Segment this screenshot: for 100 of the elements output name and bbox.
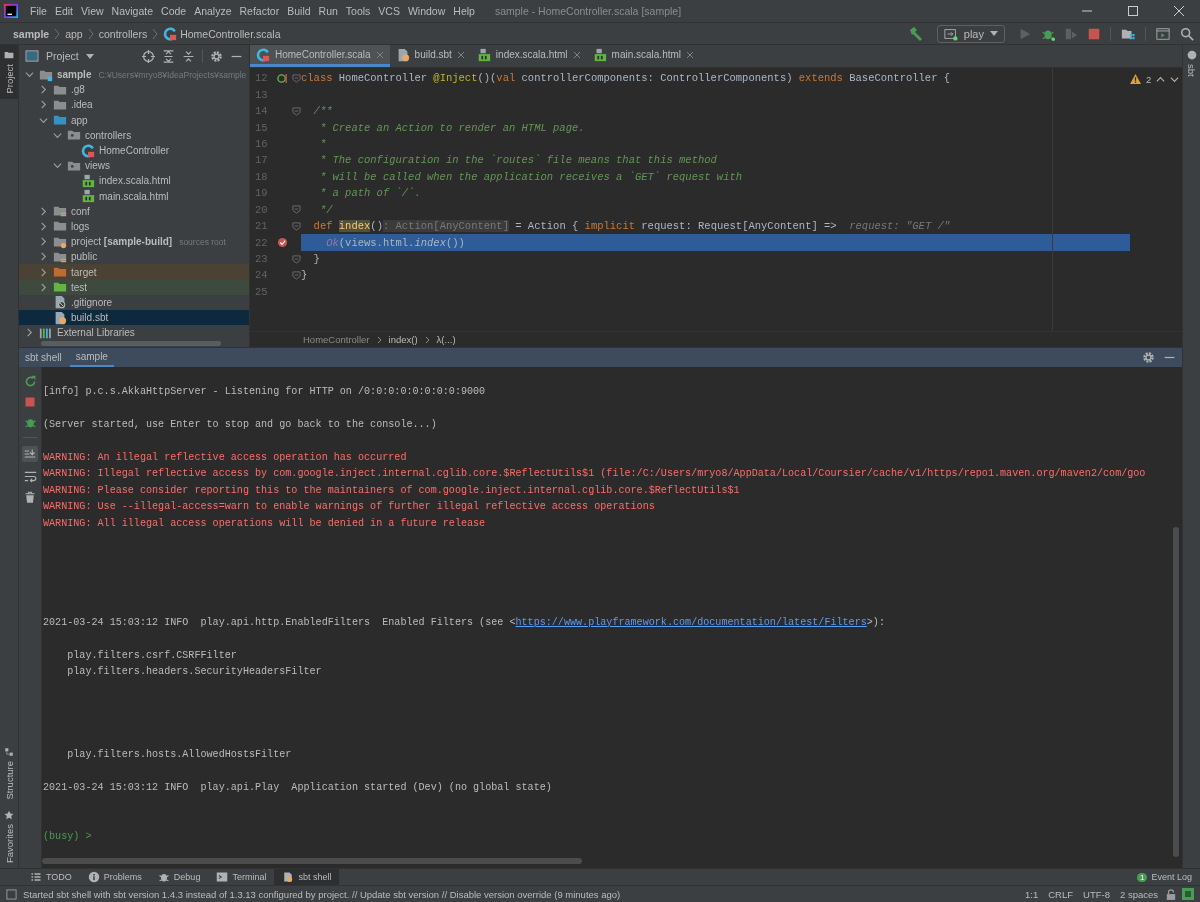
tree-item[interactable]: controllers <box>19 127 249 143</box>
close-icon[interactable] <box>456 50 465 59</box>
stop-icon[interactable] <box>1087 26 1101 41</box>
fold-icon[interactable] <box>292 270 301 280</box>
stop-icon[interactable] <box>24 396 36 408</box>
soft-wrap-icon[interactable] <box>23 470 37 483</box>
chevron-right-icon[interactable] <box>39 267 48 277</box>
chevron-down-icon[interactable] <box>1170 74 1180 84</box>
tool-window-tab[interactable]: Problems <box>79 869 150 885</box>
settings-icon[interactable] <box>1142 351 1155 364</box>
menu-item[interactable]: Tools <box>341 5 375 17</box>
tool-window-tab[interactable]: TODO <box>22 869 80 885</box>
rerun-icon[interactable] <box>23 375 37 388</box>
tool-window-tab[interactable]: Debug <box>149 869 209 885</box>
chevron-down-icon[interactable] <box>53 161 62 171</box>
editor-tab[interactable]: main.scala.html <box>586 45 701 67</box>
tree-item[interactable]: index.scala.html <box>19 173 249 189</box>
chevron-down-icon[interactable] <box>53 130 62 140</box>
breadcrumb-item[interactable]: index() <box>388 334 418 345</box>
chevron-right-icon[interactable] <box>39 221 48 231</box>
tool-window-tab[interactable]: sbt shell <box>274 869 340 885</box>
console-icon[interactable] <box>1155 26 1171 41</box>
chevron-right-icon[interactable] <box>39 282 48 292</box>
menu-item[interactable]: Navigate <box>107 5 158 17</box>
chevron-down-icon[interactable] <box>25 70 34 80</box>
tree-item[interactable]: .g8 <box>19 82 249 98</box>
close-icon[interactable] <box>686 50 695 59</box>
fold-icon[interactable] <box>292 254 301 264</box>
inspector-icon[interactable] <box>1182 888 1194 900</box>
tree-item[interactable]: conf <box>19 203 249 219</box>
tool-window-tab[interactable]: Terminal <box>208 869 275 885</box>
panel-title[interactable]: Project <box>46 50 79 62</box>
tree-item[interactable]: External Libraries <box>19 325 249 340</box>
menu-item[interactable]: VCS <box>374 5 404 17</box>
run-configuration-dropdown[interactable]: play <box>936 24 1005 43</box>
chevron-down-icon[interactable] <box>39 115 48 125</box>
tree-item[interactable]: build.sbt <box>19 310 249 326</box>
tool-window-button[interactable]: Project <box>0 45 18 99</box>
tool-window-button[interactable]: Structure <box>0 742 18 805</box>
tree-item[interactable]: views <box>19 158 249 174</box>
menu-item[interactable]: File <box>26 5 51 17</box>
editor-tab[interactable]: index.scala.html <box>470 45 587 67</box>
chevron-up-icon[interactable] <box>1156 74 1166 84</box>
chevron-right-icon[interactable] <box>39 237 48 247</box>
breakpoint-icon[interactable] <box>276 237 288 249</box>
status-item[interactable]: CRLF <box>1046 888 1076 900</box>
close-icon[interactable] <box>572 50 581 59</box>
trash-icon[interactable] <box>24 491 36 504</box>
editor-tab[interactable]: HomeController.scala <box>250 45 390 67</box>
chevron-right-icon[interactable] <box>25 328 34 338</box>
fold-icon[interactable] <box>292 221 301 231</box>
tree-item[interactable]: .gitignore <box>19 294 249 310</box>
console-link[interactable]: https://www.playframework.com/documentation/latest/Filters <box>515 616 867 628</box>
tool-window-button[interactable]: Favorites <box>0 804 18 868</box>
fold-icon[interactable] <box>292 73 301 83</box>
warning-icon[interactable] <box>1130 74 1141 84</box>
close-icon[interactable] <box>1172 4 1186 18</box>
menu-item[interactable]: Refactor <box>235 5 284 17</box>
scroll-to-end-button[interactable] <box>22 446 38 462</box>
bug-icon[interactable] <box>23 416 37 429</box>
tree-item[interactable]: HomeController <box>19 142 249 159</box>
event-log-button[interactable]: 1 Event Log <box>1129 869 1200 885</box>
panel-toggle-icon[interactable] <box>6 888 17 900</box>
chevron-right-icon[interactable] <box>39 100 48 110</box>
hammer-icon[interactable] <box>907 25 924 42</box>
tree-item[interactable]: logs <box>19 218 249 235</box>
chevron-right-icon[interactable] <box>39 252 48 262</box>
menu-item[interactable]: Edit <box>50 5 77 17</box>
menu-item[interactable]: Help <box>449 5 479 17</box>
breadcrumb-item[interactable]: HomeController <box>303 334 370 345</box>
breadcrumb-item[interactable]: app <box>60 27 88 40</box>
settings-icon[interactable] <box>210 49 223 63</box>
menu-item[interactable]: Analyze <box>190 5 236 17</box>
menu-item[interactable]: View <box>77 5 108 17</box>
tree-item[interactable]: .idea <box>19 97 249 113</box>
menu-item[interactable]: Run <box>314 5 342 17</box>
lock-icon[interactable] <box>1166 888 1176 900</box>
menu-item[interactable]: Window <box>403 5 450 17</box>
fold-icon[interactable] <box>292 106 301 116</box>
breadcrumb-item[interactable]: sample <box>8 27 55 40</box>
implements-icon[interactable] <box>276 72 288 84</box>
collapse-all-icon[interactable] <box>182 49 195 63</box>
tool-window-button[interactable]: sbt <box>1183 45 1200 82</box>
status-item[interactable]: 1:1 <box>1023 888 1041 900</box>
fold-icon[interactable] <box>292 205 301 215</box>
status-item[interactable]: 2 spaces <box>1117 888 1160 900</box>
breadcrumb-item[interactable]: HomeController.scala <box>158 26 286 41</box>
tree-item[interactable]: public <box>19 249 249 265</box>
editor-tab[interactable]: build.sbt <box>389 45 471 67</box>
menu-item[interactable]: Code <box>157 5 191 17</box>
search-icon[interactable] <box>1180 26 1194 41</box>
breadcrumb-item[interactable]: controllers <box>93 27 153 40</box>
caret-icon[interactable] <box>85 53 94 59</box>
menu-item[interactable]: Build <box>283 5 315 17</box>
chevron-right-icon[interactable] <box>39 85 48 95</box>
locate-icon[interactable] <box>142 49 155 63</box>
chevron-right-icon[interactable] <box>39 206 48 216</box>
maximize-icon[interactable] <box>1126 4 1140 18</box>
status-item[interactable]: UTF-8 <box>1081 888 1112 900</box>
tree-item[interactable]: main.scala.html <box>19 188 249 204</box>
